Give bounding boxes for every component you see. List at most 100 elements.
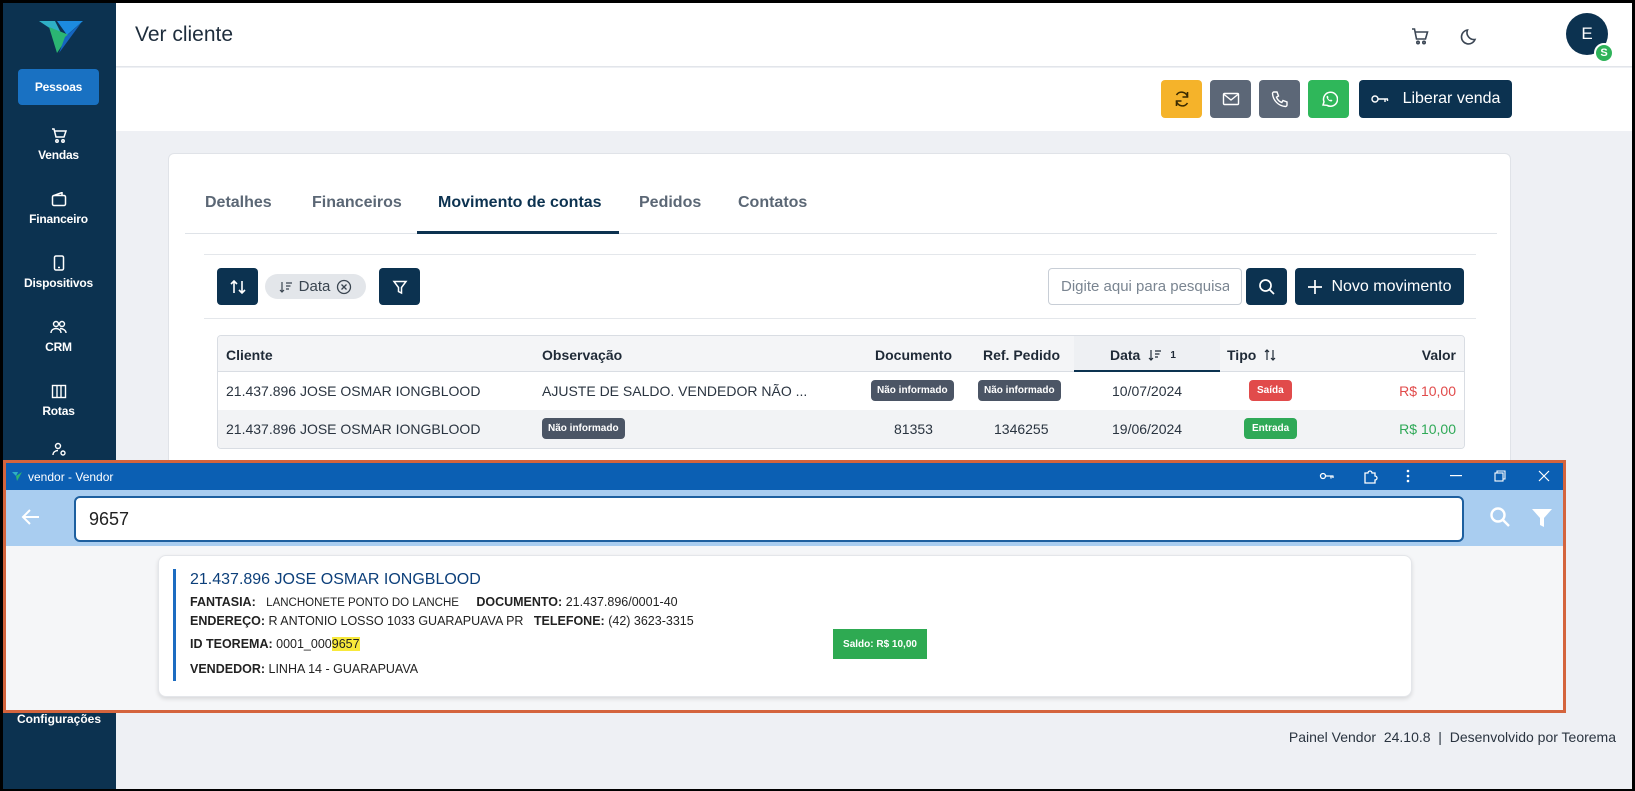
sort-chip-label: Data bbox=[298, 278, 331, 295]
sort-chip[interactable]: Data bbox=[265, 274, 366, 299]
cell-ref-pedido: 1346255 bbox=[994, 421, 1049, 437]
minimize-icon[interactable] bbox=[1446, 467, 1466, 485]
divider bbox=[204, 254, 1476, 255]
sidebar-item-pessoas[interactable]: Pessoas bbox=[18, 69, 99, 105]
id-prefix: 0001_000 bbox=[276, 637, 332, 651]
action-bar: Liberar venda bbox=[116, 68, 1632, 131]
sidebar-item-label: CRM bbox=[45, 340, 72, 354]
cell-documento: 81353 bbox=[894, 421, 933, 437]
column-header-observacao[interactable]: Observação bbox=[542, 347, 622, 363]
search-icon[interactable] bbox=[1488, 505, 1512, 529]
result-line-vendedor: VENDEDOR: LINHA 14 - GUARAPUAVA bbox=[190, 662, 418, 676]
sidebar-item-label: Configurações bbox=[16, 712, 101, 726]
sort-icon bbox=[229, 279, 246, 294]
search-button[interactable] bbox=[1246, 268, 1287, 305]
page-title: Ver cliente bbox=[135, 23, 234, 46]
search-query-input[interactable] bbox=[74, 496, 1464, 542]
active-tab-indicator bbox=[417, 231, 619, 234]
column-header-tipo-label: Tipo bbox=[1227, 347, 1257, 363]
result-line-id: ID TEOREMA: 0001_0009657 bbox=[190, 637, 360, 651]
result-line-fantasia: FANTASIA: LANCHONETE PONTO DO LANCHE DOC… bbox=[190, 595, 678, 609]
close-icon[interactable] bbox=[1534, 467, 1554, 485]
filter-button[interactable] bbox=[379, 268, 420, 305]
app-window: Pessoas Vendas Financeiro Dispositivos C bbox=[3, 3, 1632, 789]
column-header-data-label: Data bbox=[1110, 347, 1141, 363]
avatar-letter: E bbox=[1581, 24, 1593, 43]
tab-movimento-de-contas[interactable]: Movimento de contas bbox=[438, 194, 602, 212]
vendor-search-window: vendor - Vendor 9657 21.437.896 JOSE OSM… bbox=[3, 460, 1566, 713]
column-header-tipo[interactable]: Tipo bbox=[1227, 347, 1276, 363]
tab-pedidos[interactable]: Pedidos bbox=[639, 194, 701, 212]
more-vertical-icon[interactable] bbox=[1398, 467, 1418, 485]
footer-version: Painel Vendor 24.10.8 | Desenvolvido por… bbox=[1288, 729, 1616, 745]
cell-data: 10/07/2024 bbox=[1112, 383, 1183, 399]
users-icon bbox=[49, 318, 69, 336]
client-card: Detalhes Financeiros Movimento de contas… bbox=[168, 153, 1511, 473]
device-icon bbox=[49, 254, 69, 272]
email-button[interactable] bbox=[1210, 80, 1251, 118]
column-header-data[interactable]: Data 1 bbox=[1110, 347, 1176, 363]
refresh-button[interactable] bbox=[1161, 80, 1202, 118]
sidebar-item-rotas[interactable]: Rotas bbox=[18, 372, 99, 428]
logo bbox=[35, 15, 87, 55]
phone-icon bbox=[1271, 91, 1288, 108]
cell-data: 19/06/2024 bbox=[1112, 421, 1183, 437]
cell-valor: R$ 10,00 bbox=[1399, 383, 1456, 399]
extension-icon[interactable] bbox=[1361, 467, 1381, 485]
telefone-label: TELEFONE: bbox=[533, 614, 605, 628]
tab-financeiros[interactable]: Financeiros bbox=[312, 194, 402, 212]
filter-icon[interactable] bbox=[1531, 507, 1553, 529]
id-label: ID TEOREMA: bbox=[190, 637, 273, 651]
key-icon[interactable] bbox=[1317, 467, 1337, 485]
whatsapp-button[interactable] bbox=[1308, 80, 1349, 118]
column-header-ref-pedido[interactable]: Ref. Pedido bbox=[983, 347, 1060, 363]
whatsapp-icon bbox=[1321, 91, 1338, 107]
sort-index: 1 bbox=[1170, 349, 1176, 361]
cell-tipo-badge: Entrada bbox=[1244, 418, 1298, 439]
sort-desc-icon bbox=[1148, 350, 1162, 361]
phone-button[interactable] bbox=[1259, 80, 1300, 118]
sidebar-item-dispositivos[interactable]: Dispositivos bbox=[18, 244, 99, 300]
result-client-name: 21.437.896 JOSE OSMAR IONGBLOOD bbox=[190, 571, 481, 588]
cell-documento: Não informado bbox=[871, 380, 954, 401]
tab-contatos[interactable]: Contatos bbox=[738, 194, 807, 212]
fantasia-label: FANTASIA: bbox=[190, 595, 256, 609]
cart-icon[interactable] bbox=[1409, 25, 1431, 47]
restore-icon[interactable] bbox=[1490, 467, 1510, 485]
moon-icon[interactable] bbox=[1459, 25, 1481, 47]
endereco-value: R ANTONIO LOSSO 1033 GUARAPUAVA PR bbox=[268, 614, 524, 628]
top-header: Ver cliente E S bbox=[116, 3, 1632, 67]
column-header-cliente[interactable]: Cliente bbox=[226, 347, 273, 363]
sidebar-item-label: Dispositivos bbox=[24, 276, 93, 290]
sidebar-item-financeiro[interactable]: Financeiro bbox=[18, 180, 99, 236]
column-header-documento[interactable]: Documento bbox=[875, 347, 952, 363]
table-row[interactable]: 21.437.896 JOSE OSMAR IONGBLOOD Não info… bbox=[218, 410, 1464, 448]
novo-movimento-label: Novo movimento bbox=[1331, 277, 1452, 295]
user-settings-icon bbox=[49, 442, 69, 457]
endereco-label: ENDEREÇO: bbox=[190, 614, 266, 628]
fantasia-value: LANCHONETE PONTO DO LANCHE bbox=[266, 597, 459, 609]
cell-cliente: 21.437.896 JOSE OSMAR IONGBLOOD bbox=[226, 383, 481, 399]
result-line-endereco: ENDEREÇO: R ANTONIO LOSSO 1033 GUARAPUAV… bbox=[190, 614, 694, 628]
wallet-icon bbox=[49, 190, 69, 208]
sidebar-item-vendas[interactable]: Vendas bbox=[18, 116, 99, 172]
column-header-valor[interactable]: Valor bbox=[1422, 347, 1456, 363]
sidebar-item-users-partial[interactable] bbox=[18, 436, 99, 460]
sidebar-item-label: Pessoas bbox=[34, 80, 83, 94]
search-bar bbox=[6, 490, 1563, 546]
sort-desc-icon bbox=[279, 281, 292, 293]
liberar-venda-label: Liberar venda bbox=[1402, 90, 1501, 107]
search-input[interactable] bbox=[1048, 268, 1242, 305]
window-titlebar: vendor - Vendor bbox=[6, 463, 1563, 490]
search-result-card[interactable]: 21.437.896 JOSE OSMAR IONGBLOOD FANTASIA… bbox=[158, 555, 1412, 697]
back-arrow-icon[interactable] bbox=[20, 505, 42, 529]
novo-movimento-button[interactable]: Novo movimento bbox=[1295, 268, 1464, 305]
sidebar-item-crm[interactable]: CRM bbox=[18, 308, 99, 364]
cell-tipo-badge: Saída bbox=[1249, 380, 1292, 401]
liberar-venda-button[interactable]: Liberar venda bbox=[1359, 80, 1512, 118]
cell-ref-pedido: Não informado bbox=[978, 380, 1061, 401]
table-row[interactable]: 21.437.896 JOSE OSMAR IONGBLOOD AJUSTE D… bbox=[218, 372, 1464, 410]
sort-button[interactable] bbox=[217, 268, 258, 305]
close-circle-icon[interactable] bbox=[336, 279, 352, 295]
tab-detalhes[interactable]: Detalhes bbox=[205, 194, 272, 212]
